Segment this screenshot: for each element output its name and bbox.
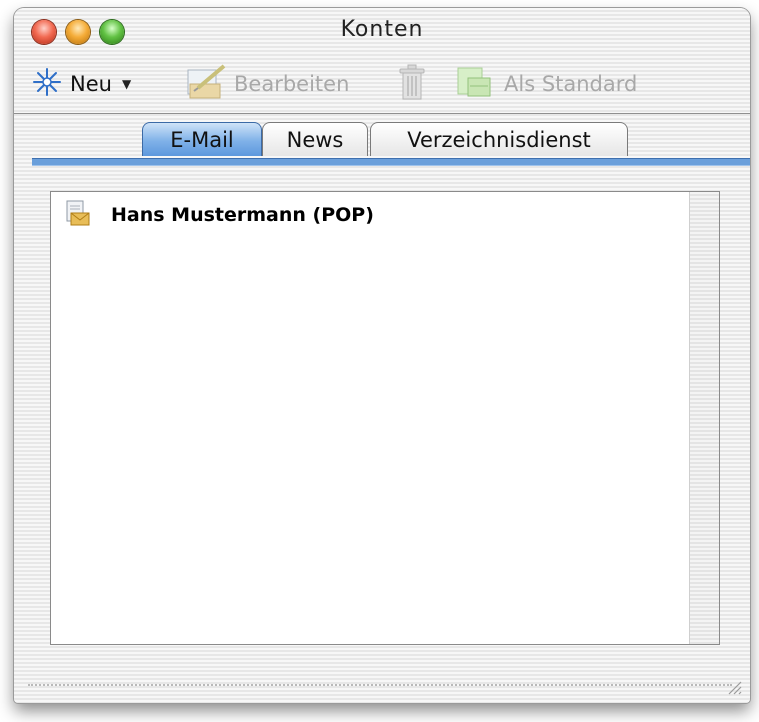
trash-icon <box>397 63 427 106</box>
tab-underline <box>32 158 750 166</box>
window-title: Konten <box>340 17 424 42</box>
tab-directory-service[interactable]: Verzeichnisdienst <box>370 122 628 156</box>
set-default-button[interactable]: Als Standard <box>454 67 638 100</box>
dropdown-arrow-icon[interactable]: ▼ <box>122 77 131 91</box>
toolbar: Neu ▼ Bearbeiten Als Standard <box>14 58 750 110</box>
title-bar[interactable]: Konten <box>14 8 750 54</box>
toolbar-separator <box>14 113 750 114</box>
resize-grip-icon[interactable] <box>724 677 742 695</box>
account-type-tabs: E-Mail News Verzeichnisdienst <box>14 122 750 168</box>
default-account-icon <box>454 64 494 105</box>
delete-account-button[interactable] <box>397 64 427 100</box>
edit-label: Bearbeiten <box>234 72 350 96</box>
edit-document-icon <box>184 63 228 105</box>
vertical-scrollbar[interactable] <box>689 192 719 644</box>
tab-email[interactable]: E-Mail <box>142 122 262 156</box>
default-label: Als Standard <box>504 72 638 96</box>
account-list[interactable]: Hans Mustermann (POP) <box>50 191 720 645</box>
sparkle-icon <box>32 67 62 102</box>
list-item[interactable]: Hans Mustermann (POP) <box>65 200 374 230</box>
accounts-window: Konten Neu ▼ Bearbeiten Als Standard E-M… <box>14 8 750 703</box>
new-label: Neu <box>70 72 112 96</box>
edit-account-button[interactable]: Bearbeiten <box>184 63 350 100</box>
new-account-button[interactable]: Neu ▼ <box>32 67 131 102</box>
mail-account-icon <box>65 199 91 231</box>
account-name: Hans Mustermann (POP) <box>111 204 374 226</box>
tab-news[interactable]: News <box>262 122 368 156</box>
bottom-divider <box>28 684 732 686</box>
